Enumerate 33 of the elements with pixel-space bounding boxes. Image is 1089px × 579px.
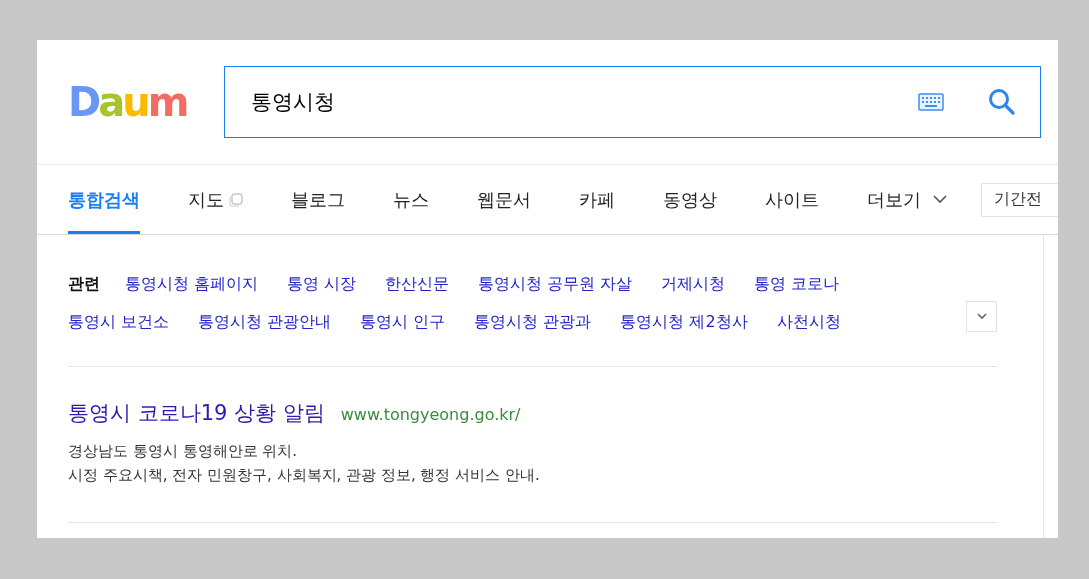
search-bar[interactable]: 통영시청 [224,66,1041,138]
related-search-link[interactable]: 통영시 보건소 [68,303,170,341]
tab[interactable]: 통합검색 [68,165,140,234]
tab[interactable]: 지도 [188,165,243,234]
related-search-link[interactable]: 사천시청 [776,303,841,341]
related-search-link[interactable]: 통영 시장 [287,265,357,303]
related-search-link[interactable]: 통영시청 제2청사 [620,303,748,341]
tab[interactable]: 카페 [579,165,615,234]
related-label: 관련 [68,273,100,295]
related-search-link[interactable]: 통영시청 홈페이지 [125,265,259,303]
tab[interactable]: 웹문서 [477,165,531,234]
caret-icon [976,313,987,320]
expand-button[interactable] [966,301,997,332]
related-search-link[interactable]: 통영시청 관광과 [474,303,592,341]
tab[interactable]: 사이트 [765,165,819,234]
tab[interactable]: 동영상 [663,165,717,234]
tab[interactable]: 블로그 [291,165,345,234]
tab[interactable]: 더보기 [867,165,947,234]
related-search-link[interactable]: 통영시청 공무원 자살 [478,265,633,303]
result-description: 경상남도 통영시 통영해안로 위치. [68,441,299,462]
search-field[interactable]: 통영시청 [249,89,918,115]
related-search-link[interactable]: 통영시청 관광안내 [198,303,332,341]
related-search-link[interactable]: 통영시 인구 [360,303,446,341]
related-search-link[interactable]: 한산신문 [385,265,450,303]
related-search-link[interactable]: 거제시청 [661,265,726,303]
tab[interactable]: 뉴스 [393,165,429,234]
result-description: 시정 주요시책, 전자 민원창구, 사회복지, 관광 정보, 행정 서비스 안내. [68,465,541,486]
search-icon[interactable] [988,88,1016,116]
related-search-link[interactable]: 통영 코로나 [754,265,840,303]
result-url[interactable]: www.tongyeong.go.kr/ [340,405,521,424]
period-dropdown[interactable]: 기간전 [981,182,1058,217]
keyboard-icon[interactable] [918,93,944,111]
result-title-link[interactable]: 통영시 코로나19 상황 알림 [68,399,325,427]
